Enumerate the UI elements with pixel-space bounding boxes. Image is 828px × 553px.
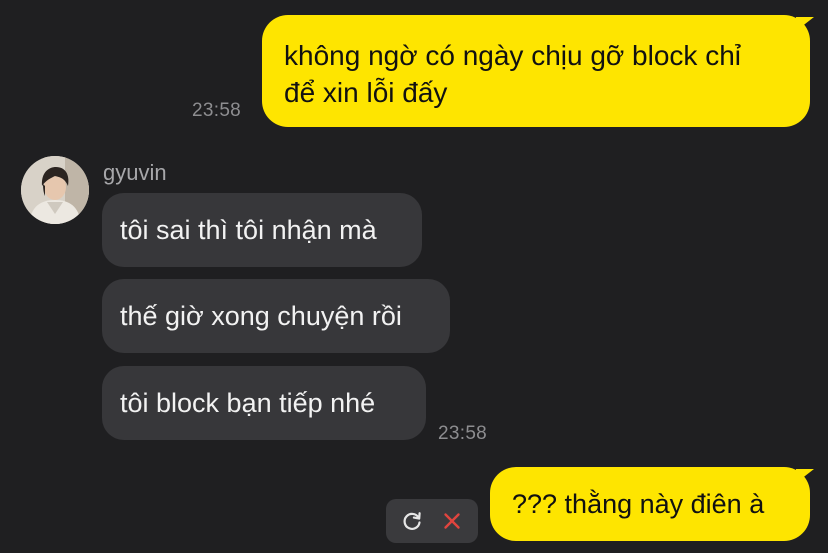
chat-view: không ngờ có ngày chịu gỡ block chỉ để x… [0,0,828,553]
incoming-message-bubble[interactable]: thế giờ xong chuyện rồi [102,279,450,353]
message-text: tôi block bạn tiếp nhé [120,387,376,418]
outgoing-message-bubble[interactable]: ??? thằng này điên à [490,467,810,541]
close-icon [444,513,460,529]
message-text-line: không ngờ có ngày chịu gỡ block chỉ [284,40,741,71]
bubble-tail [796,17,814,31]
contact-name: gyuvin [103,160,167,185]
bubble-tail [796,469,814,483]
contact-avatar[interactable] [21,156,89,224]
message-timestamp: 23:58 [192,100,242,121]
message-timestamp: 23:58 [438,423,488,444]
message-text: ??? thằng này điên à [512,488,765,519]
incoming-message-bubble[interactable]: tôi block bạn tiếp nhé [102,366,426,440]
failed-message-actions [386,499,478,543]
outgoing-message-bubble[interactable]: không ngờ có ngày chịu gỡ block chỉ để x… [262,15,810,127]
avatar-photo [21,156,89,224]
message-text: thế giờ xong chuyện rồi [120,300,402,331]
message-text: tôi sai thì tôi nhận mà [120,214,377,245]
message-text-line: để xin lỗi đấy [284,77,448,108]
incoming-message-bubble[interactable]: tôi sai thì tôi nhận mà [102,193,422,267]
refresh-icon [403,512,421,530]
delete-message-button[interactable] [435,504,469,538]
resend-button[interactable] [395,504,429,538]
